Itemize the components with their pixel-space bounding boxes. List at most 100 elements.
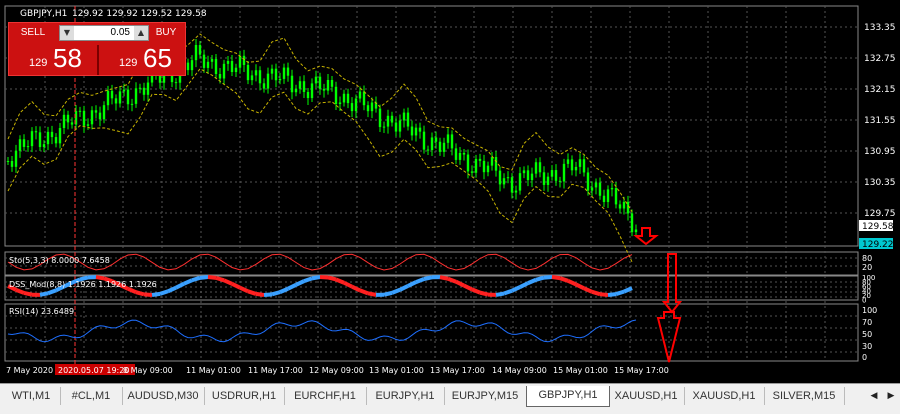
candle-body [323, 89, 325, 91]
lot-size-value[interactable]: 0.05 [111, 27, 130, 38]
candle-body [623, 202, 625, 209]
dss-line-segment [536, 278, 544, 280]
candle-body [335, 87, 337, 104]
chart-tab[interactable]: SILVER,M15 [764, 387, 845, 405]
candle-body [27, 146, 29, 147]
dss-line-segment [456, 282, 464, 286]
candle-body [387, 116, 389, 127]
trade-panel-divider [97, 45, 99, 75]
candle-body [255, 70, 257, 75]
buy-button[interactable]: BUY [151, 25, 181, 41]
candle-body [251, 75, 253, 80]
stochastic-axis-label: 20 [862, 263, 872, 272]
candle-body [575, 167, 577, 170]
current-price-label: 129.58 [862, 222, 894, 232]
candle-body [275, 69, 277, 81]
dss-line-segment [360, 290, 368, 293]
candle-body [431, 137, 433, 150]
candle-body [175, 82, 177, 83]
candle-body [227, 61, 229, 64]
candle-body [379, 109, 381, 127]
chart-tab[interactable]: GBPJPY,H1 [526, 386, 610, 407]
candle-body [119, 91, 121, 103]
dss-line-segment [616, 292, 624, 294]
stochastic-panel-frame [5, 252, 858, 275]
candle-body [479, 159, 481, 161]
dss-line-segment [592, 292, 600, 294]
candle-body [603, 196, 605, 202]
tabs-scroll-right-icon[interactable]: ▶ [884, 387, 898, 405]
dss-line-segment [208, 277, 216, 278]
price-axis-label: 131.55 [864, 116, 896, 126]
dss-line-segment [248, 291, 256, 294]
candle-body [259, 70, 261, 83]
annotation-arrow-small-icon [636, 228, 656, 244]
chart-tab[interactable]: WTI,M1 [2, 387, 61, 405]
candle-body [215, 59, 217, 74]
chart-tab[interactable]: EURJPY,M15 [444, 387, 527, 405]
dss-line-segment [240, 288, 248, 292]
sell-button[interactable]: SELL [11, 25, 55, 41]
chart-tab[interactable]: #CL,M1 [60, 387, 123, 405]
dss-axis-label: 0 [862, 297, 866, 305]
candle-body [587, 172, 589, 190]
dss-line-segment [216, 278, 224, 280]
tabs-scroll-left-icon[interactable]: ◀ [867, 387, 881, 405]
candle-body [559, 181, 561, 182]
chart-tab[interactable]: USDRUR,H1 [204, 387, 285, 405]
lot-increase-arrow-icon[interactable]: ▲ [134, 26, 148, 40]
candle-body [191, 60, 193, 70]
candle-body [139, 88, 141, 89]
candle-body [591, 187, 593, 190]
candle-body [543, 172, 545, 185]
candle-body [235, 68, 237, 72]
dss-line-segment [200, 277, 208, 278]
lot-size-field[interactable]: ▼ 0.05 ▲ [59, 25, 149, 41]
candle-body [399, 120, 401, 131]
price-axis-label: 132.75 [864, 54, 896, 64]
dss-line-segment [528, 280, 536, 283]
candle-body [83, 111, 85, 126]
candle-body [599, 183, 601, 196]
alt-price-label: 129.22 [862, 240, 894, 250]
candle-body [415, 128, 417, 136]
candle-body [51, 132, 53, 137]
candle-body [631, 213, 633, 232]
chart-tab[interactable]: EURJPY,H1 [366, 387, 445, 405]
chart-tab[interactable]: XAUUSD,H1 [608, 387, 685, 405]
sell-price-pips: 58 [53, 43, 82, 74]
time-axis-label: 8 May 09:00 [123, 366, 173, 375]
lot-decrease-arrow-icon[interactable]: ▼ [60, 26, 74, 40]
dss-line-segment [552, 277, 560, 278]
dss-line-segment [544, 277, 552, 278]
time-axis-label: 14 May 09:00 [492, 366, 547, 375]
dss-line-segment [304, 278, 312, 281]
candle-body [407, 113, 409, 127]
dss-line-segment [336, 279, 344, 282]
candle-body [475, 159, 477, 173]
price-axis-label: 129.75 [864, 209, 896, 219]
dss-line-segment [184, 280, 192, 283]
dss-line-segment [464, 286, 472, 290]
dss-line-segment [344, 283, 352, 287]
dss-line-segment [368, 293, 376, 295]
candle-body [111, 91, 113, 98]
candle-body [43, 144, 45, 147]
candle-body [547, 177, 549, 185]
candle-body [239, 56, 241, 68]
candle-body [23, 139, 25, 147]
price-axis-label: 132.15 [864, 85, 896, 95]
time-axis-label: 13 May 17:00 [430, 366, 485, 375]
candle-body [63, 115, 65, 128]
candle-body [127, 90, 129, 105]
chart-tab[interactable]: EURCHF,H1 [284, 387, 367, 405]
candle-body [143, 88, 145, 95]
buy-price-prefix: 129 [119, 57, 137, 69]
candle-body [219, 74, 221, 78]
chart-tab[interactable]: AUDUSD,M30 [122, 387, 205, 405]
dss-line-segment [16, 290, 24, 293]
dss-line-segment [256, 294, 264, 295]
time-axis-label: 15 May 17:00 [614, 366, 669, 375]
chart-tab[interactable]: XAUUSD,H1 [684, 387, 765, 405]
candle-body [135, 88, 137, 104]
